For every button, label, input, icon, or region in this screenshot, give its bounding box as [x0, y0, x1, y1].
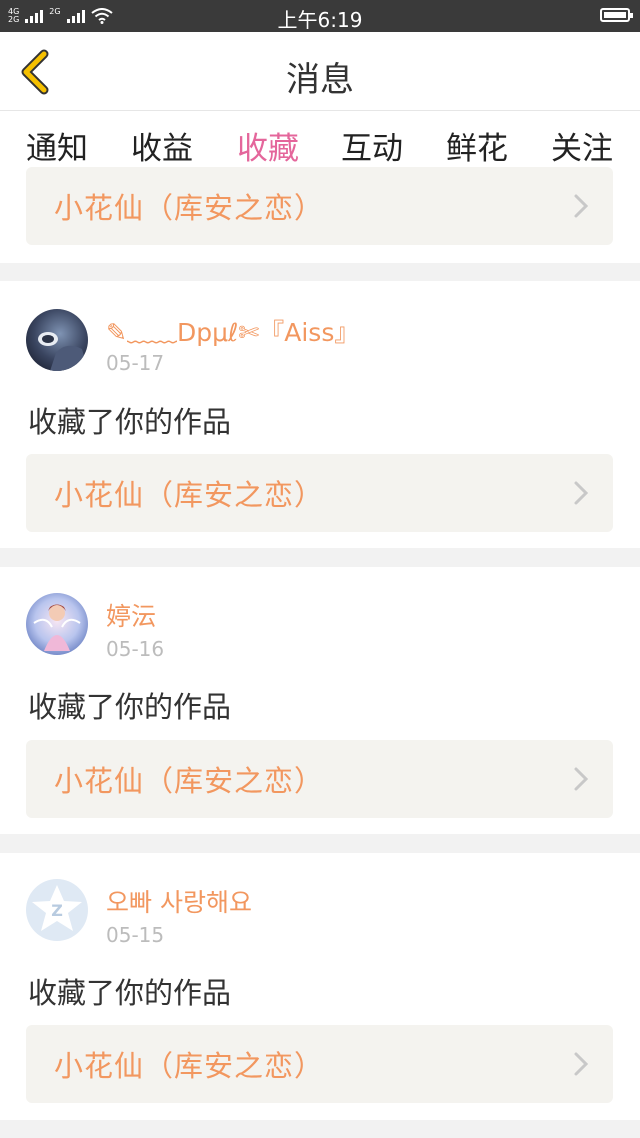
page-title: 消息: [286, 60, 354, 100]
list-item: 小花仙（库安之恋）: [0, 167, 640, 263]
work-link[interactable]: 小花仙（库安之恋）: [26, 1025, 613, 1103]
chevron-right-icon: [574, 1052, 589, 1076]
action-text: 收藏了你的作品: [28, 405, 232, 439]
work-title: 小花仙（库安之恋）: [54, 1049, 325, 1083]
user-name[interactable]: 婷沄: [106, 597, 156, 633]
avatar-default-icon[interactable]: Z: [26, 879, 88, 941]
user-name[interactable]: 오빠 사랑해요: [106, 883, 252, 919]
avatar-dark-icon[interactable]: [26, 309, 88, 371]
timestamp: 05-15: [106, 923, 165, 947]
work-title: 小花仙（库安之恋）: [54, 764, 325, 798]
svg-text:Z: Z: [51, 901, 63, 920]
user-name[interactable]: ✎﹏﹏Dpμℓ✄『Aiss』: [106, 313, 359, 349]
work-link[interactable]: 小花仙（库安之恋）: [26, 454, 613, 532]
list-item: ✎﹏﹏Dpμℓ✄『Aiss』 05-17 收藏了你的作品 小花仙（库安之恋）: [0, 281, 640, 548]
chevron-right-icon: [574, 767, 589, 791]
battery-icon: [600, 8, 633, 22]
work-link[interactable]: 小花仙（库安之恋）: [26, 167, 613, 245]
tab-interactions[interactable]: 互动: [330, 123, 414, 168]
action-text: 收藏了你的作品: [28, 690, 232, 724]
timestamp: 05-16: [106, 637, 165, 661]
tab-notifications[interactable]: 通知: [15, 123, 99, 168]
tab-favorites[interactable]: 收藏: [226, 123, 310, 168]
chevron-right-icon: [574, 194, 589, 218]
list-item: Z 오빠 사랑해요 05-15 收藏了你的作品 小花仙（库安之恋）: [0, 853, 640, 1120]
chevron-right-icon: [574, 481, 589, 505]
work-link[interactable]: 小花仙（库安之恋）: [26, 740, 613, 818]
list-item: 婷沄 05-16 收藏了你的作品 小花仙（库安之恋）: [0, 567, 640, 834]
tab-earnings[interactable]: 收益: [120, 123, 204, 168]
clock: 上午6:19: [277, 8, 363, 32]
tab-follows[interactable]: 关注: [540, 123, 624, 168]
action-text: 收藏了你的作品: [28, 976, 232, 1010]
work-title: 小花仙（库安之恋）: [54, 478, 325, 512]
timestamp: 05-17: [106, 351, 165, 375]
tab-flowers[interactable]: 鲜花: [435, 123, 519, 168]
status-bar: 4G 2G 2G 0 上午6:19: [0, 0, 640, 32]
work-title: 小花仙（库安之恋）: [54, 191, 325, 225]
avatar-fairy-icon[interactable]: [26, 593, 88, 655]
nav-bar: 消息: [0, 32, 640, 111]
